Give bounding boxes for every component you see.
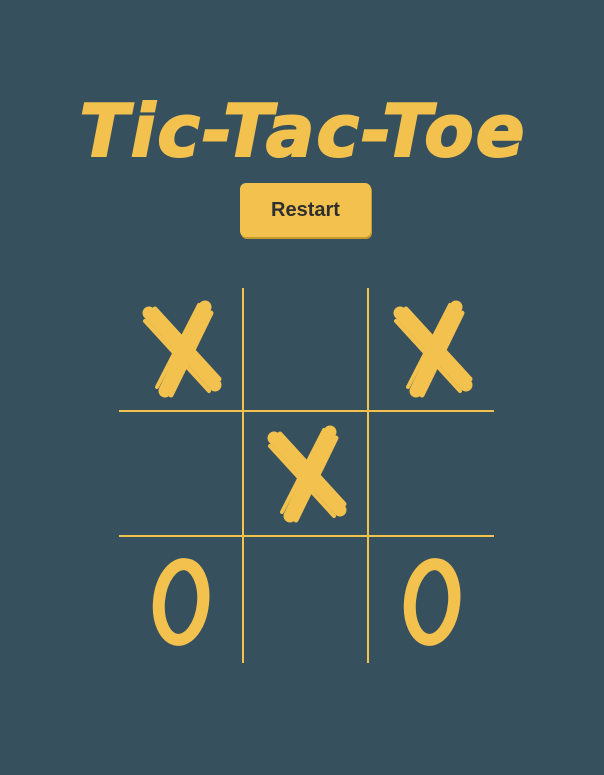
- board-cell-1-0[interactable]: [119, 412, 242, 535]
- x-mark: [142, 300, 221, 398]
- o-mark: [403, 558, 460, 646]
- board-cell-0-2[interactable]: [369, 288, 494, 410]
- game-board: [119, 288, 494, 663]
- game-title-text: Tic-Tac-Toe: [79, 89, 526, 166]
- o-mark: [152, 558, 209, 646]
- board-cell-2-1[interactable]: [244, 537, 367, 663]
- board-cell-0-0[interactable]: [119, 288, 242, 410]
- board-cell-2-2[interactable]: [369, 537, 494, 663]
- board-cell-1-1[interactable]: [244, 412, 367, 535]
- board-cell-1-2[interactable]: [369, 412, 494, 535]
- board-cell-2-0[interactable]: [119, 537, 242, 663]
- game-page: Tic-Tac-Toe Restart: [0, 0, 604, 775]
- x-mark: [393, 300, 472, 398]
- x-mark: [267, 425, 346, 522]
- restart-button[interactable]: Restart: [240, 183, 371, 237]
- board-cell-0-1[interactable]: [244, 288, 367, 410]
- game-title: Tic-Tac-Toe: [78, 88, 526, 166]
